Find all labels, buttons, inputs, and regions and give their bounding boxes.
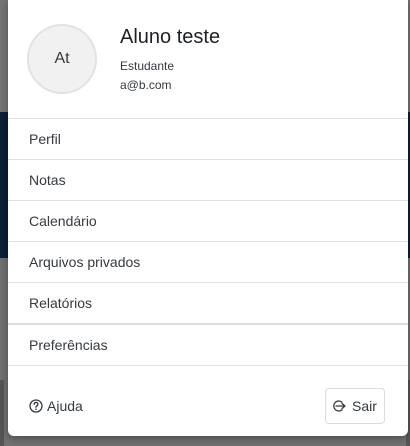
- menu-item-preferencias[interactable]: Preferências: [8, 325, 408, 366]
- menu-item-arquivos-privados[interactable]: Arquivos privados: [8, 242, 408, 283]
- menu-item-label: Relatórios: [29, 295, 93, 311]
- menu-item-calendario[interactable]: Calendário: [8, 201, 408, 242]
- background-edge-left: [0, 380, 4, 446]
- menu-item-perfil[interactable]: Perfil: [8, 119, 408, 160]
- sign-out-icon: [333, 400, 346, 412]
- menu-item-notas[interactable]: Notas: [8, 160, 408, 201]
- user-profile-header: At Aluno teste Estudante a@b.com: [8, 0, 408, 118]
- logout-label: Sair: [352, 398, 377, 414]
- question-circle-icon: [29, 399, 43, 413]
- avatar: At: [27, 24, 97, 94]
- user-email: a@b.com: [120, 78, 172, 92]
- menu-item-label: Notas: [29, 172, 66, 188]
- menu-item-label: Perfil: [29, 131, 61, 147]
- avatar-initials: At: [54, 50, 70, 67]
- logout-button[interactable]: Sair: [325, 388, 385, 424]
- user-name: Aluno teste: [120, 26, 221, 48]
- menu-item-label: Arquivos privados: [29, 254, 141, 270]
- menu-item-relatorios[interactable]: Relatórios: [8, 283, 408, 325]
- menu-item-label: Calendário: [29, 213, 97, 229]
- user-menu-footer: Ajuda Sair: [8, 366, 408, 436]
- user-role: Estudante: [120, 59, 175, 73]
- help-label: Ajuda: [47, 398, 83, 414]
- menu-item-label: Preferências: [29, 337, 108, 353]
- user-menu-popover: At Aluno teste Estudante a@b.com Perfil …: [8, 0, 408, 436]
- help-link[interactable]: Ajuda: [29, 398, 83, 414]
- user-menu-list: Perfil Notas Calendário Arquivos privado…: [8, 118, 408, 366]
